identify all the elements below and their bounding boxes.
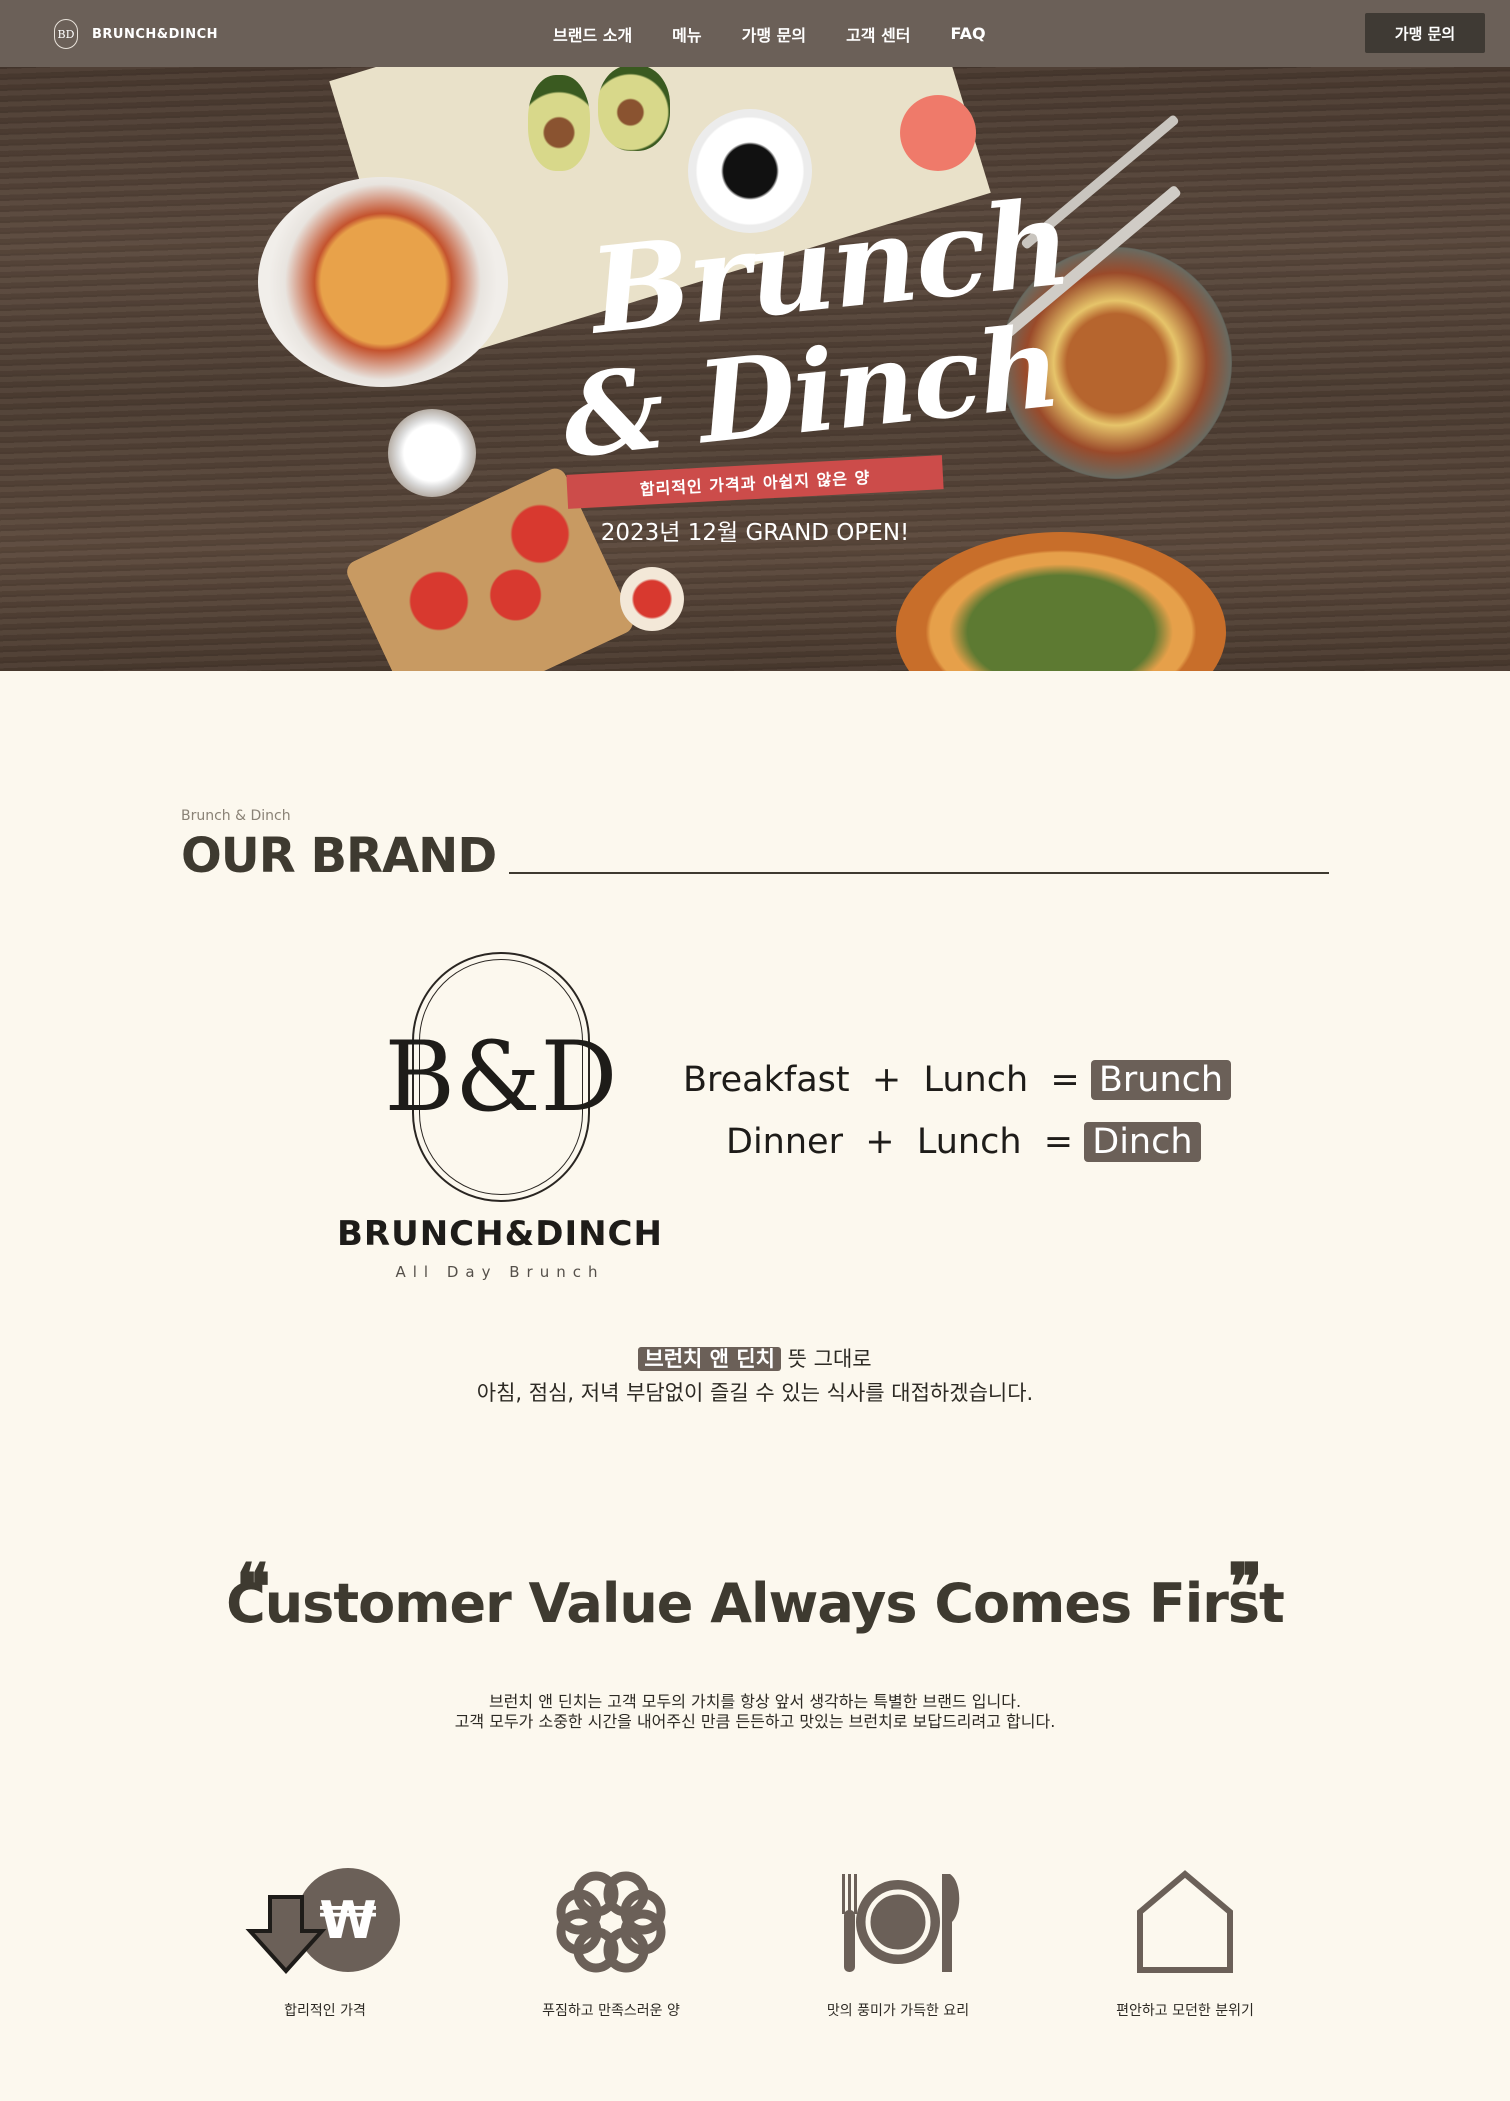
value-desc-line2: 고객 모두가 소중한 시간을 내어주신 만큼 든든하고 맛있는 브런치로 보답드… [454,1712,1056,1731]
equation-dinch: Dinner + Lunch = Dinch [726,1122,1201,1162]
feature-atmosphere: 편안하고 모던한 분위기 [1055,1862,1315,2019]
emblem-monogram: B&D [385,959,617,1195]
grapefruit-image [900,95,976,171]
feature-portion-label: 푸짐하고 만족스러운 양 [542,2003,680,2019]
desc-rest: 뜻 그대로 [780,1347,872,1371]
eq-lunch: Lunch [923,1060,1029,1100]
eq-equals: = [1050,1060,1080,1100]
franchise-inquiry-button[interactable]: 가맹 문의 [1365,13,1485,53]
feature-taste-label: 맛의 풍미가 가득한 요리 [826,2003,970,2019]
desc-highlight: 브런치 앤 딘치 [638,1347,781,1371]
logo-text: BRUNCH&DINCH [92,26,219,42]
brand-description-line1: 브런치 앤 딘치 뜻 그대로 [0,1343,1510,1373]
clover-icon [556,1871,666,1973]
berries-image [620,567,684,631]
plate-utensils-icon [842,1874,960,1972]
equation-brunch: Breakfast + Lunch = Brunch [683,1060,1232,1100]
logo-monogram: BD [54,19,78,49]
top-nav: BD BRUNCH&DINCH 브랜드 소개 메뉴 가맹 문의 고객 센터 FA… [0,0,1510,67]
feature-price: ₩ 합리적인 가격 [195,1862,455,2019]
avocado-image [528,75,590,171]
menu-customer-center[interactable]: 고객 센터 [846,22,910,46]
close-quote-icon: ❞ [1228,1550,1263,1625]
brand-wordmark: BRUNCH&DINCH [337,1214,663,1254]
eq-result-dinch: Dinch [1084,1122,1201,1162]
eq-lunch: Lunch [916,1122,1022,1162]
menu-brand[interactable]: 브랜드 소개 [553,22,632,46]
menu-menu[interactable]: 메뉴 [672,22,701,46]
price-down-icon: ₩ [245,1868,400,1974]
main-menu: 브랜드 소개 메뉴 가맹 문의 고객 센터 FAQ [553,0,986,67]
house-icon [1137,1870,1233,1973]
eq-plus: + [871,1060,902,1100]
eq-dinner: Dinner [726,1122,843,1162]
brand-logo[interactable]: BD BRUNCH&DINCH [54,19,218,49]
menu-faq[interactable]: FAQ [951,24,986,43]
feature-atmosphere-label: 편안하고 모던한 분위기 [1116,2003,1254,2019]
hero-banner: Brunch & Dinch 합리적인 가격과 아쉽지 않은 양 2023년 1… [0,67,1510,671]
avocado-image-2 [598,67,670,151]
svg-text:₩: ₩ [319,1891,376,1951]
eq-breakfast: Breakfast [683,1060,850,1100]
section-eyebrow: Brunch & Dinch [181,808,291,824]
brand-description-line2: 아침, 점심, 저녁 부담없이 즐길 수 있는 식사를 대접하겠습니다. [476,1381,1034,1405]
section-heading: OUR BRAND [181,828,497,884]
hero-opening-date: 2023년 12월 GRAND OPEN! [600,520,910,546]
brand-tagline: All Day Brunch [395,1263,605,1281]
value-title: Customer Value Always Comes First [226,1572,1285,1635]
brand-emblem: B&D [385,952,617,1202]
cream-cup-image [388,409,476,497]
menu-franchise[interactable]: 가맹 문의 [742,22,806,46]
pasta-plate-image [258,177,508,387]
heading-divider [509,872,1329,874]
eq-result-brunch: Brunch [1090,1060,1232,1100]
feature-taste: 맛의 풍미가 가득한 요리 [768,1862,1028,2019]
feature-price-label: 합리적인 가격 [284,2003,366,2019]
feature-portion: 푸짐하고 만족스러운 양 [481,1862,741,2019]
eq-plus: + [865,1122,895,1162]
eq-equals: = [1043,1122,1074,1162]
